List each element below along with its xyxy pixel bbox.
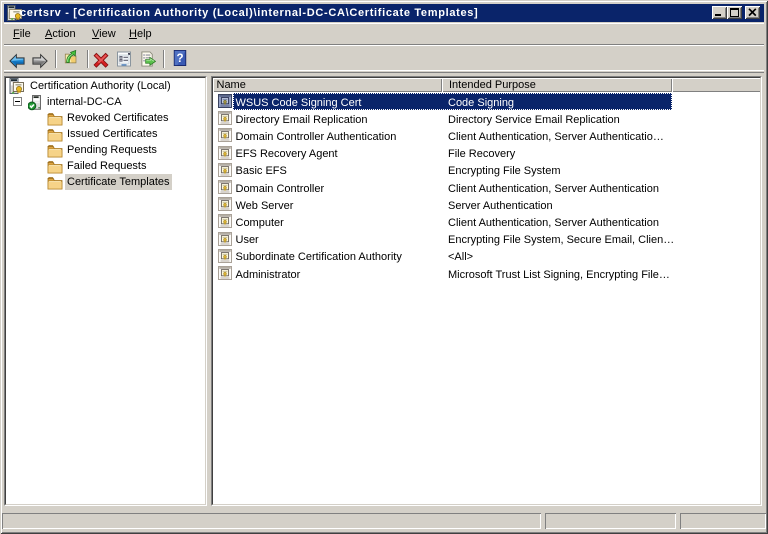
svg-text:?: ? — [176, 53, 183, 65]
